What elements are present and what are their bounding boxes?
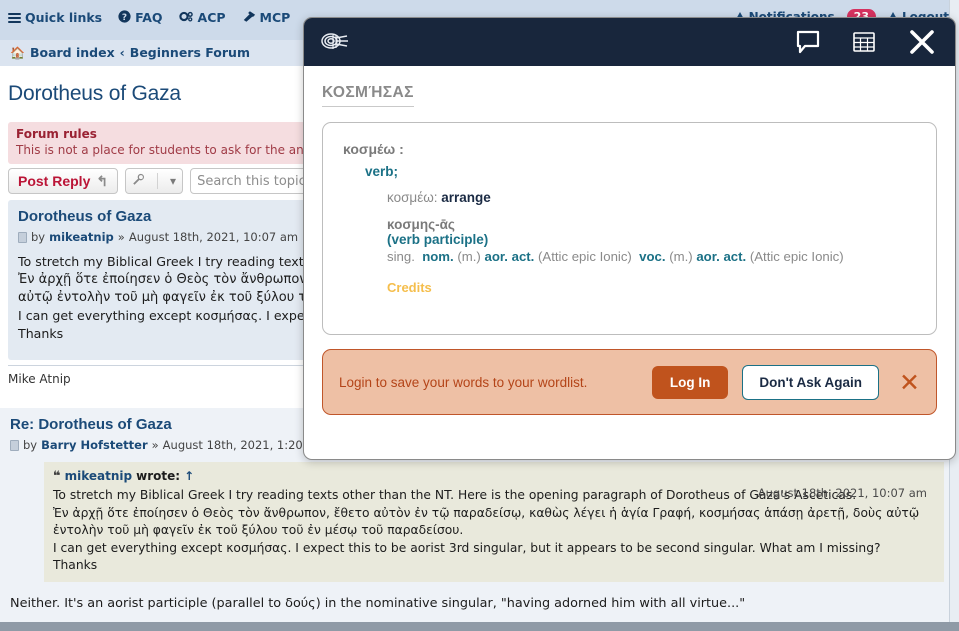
definition-sense: κοσμέω: arrange	[387, 190, 916, 205]
table-grid-icon[interactable]	[851, 29, 877, 55]
page-title: Dorotheus of Gaza	[8, 82, 181, 106]
morphology-number: sing.	[387, 249, 415, 264]
window-bottom-strip	[0, 622, 959, 631]
document-icon	[18, 232, 27, 243]
question-circle-icon: ?	[118, 10, 131, 26]
morphology-dialect-2: (Attic epic Ionic)	[750, 249, 844, 264]
quote-box: ❝ mikeatnip wrote: ↑ To stretch my Bibli…	[44, 462, 944, 582]
modal-body: ΚΟΣΜΉΣΑΣ κοσμέω : verb; κοσμέω: arrange …	[304, 66, 955, 460]
definition-part-of-speech: verb;	[365, 164, 916, 179]
nav-acp[interactable]: ACP	[179, 10, 226, 26]
reply-by-label: by	[23, 438, 37, 452]
quote-author[interactable]: mikeatnip	[65, 469, 133, 483]
search-topic-placeholder: Search this topic.	[197, 174, 310, 189]
hamburger-icon	[8, 13, 21, 23]
morphology-dialect-1: (Attic epic Ionic)	[538, 249, 632, 264]
dictionary-modal: ΚΟΣΜΉΣΑΣ κοσμέω : verb; κοσμέω: arrange …	[303, 17, 956, 460]
modal-header-actions	[795, 27, 937, 57]
breadcrumb-separator: ‹	[120, 45, 125, 60]
sense-lemma: κοσμέω:	[387, 190, 438, 205]
nav-faq-label: FAQ	[135, 10, 162, 25]
definition-card: κοσμέω : verb; κοσμέω: arrange κοσμης-ᾱς…	[322, 122, 937, 335]
quote-line: Ἐν ἀρχῇ ὅτε ἐποίησεν ὁ Θεὸς τὸν ἄνθρωπον…	[53, 505, 935, 523]
sense-gloss: arrange	[441, 190, 491, 205]
definition-lemma: κοσμέω :	[343, 141, 916, 157]
logeion-logo-icon[interactable]	[318, 29, 352, 55]
morphology-gender-2: (m.)	[669, 249, 692, 264]
reply-author[interactable]: Barry Hofstetter	[41, 438, 148, 452]
quote-line: Thanks	[53, 557, 935, 575]
quote-body: To stretch my Biblical Greek I try readi…	[53, 487, 935, 575]
quote-line: ἐντολὴν τοῦ μὴ φαγεῖν ἐκ τοῦ ξύλου τοῦ ἐ…	[53, 522, 935, 540]
navbar-links: Quick links ? FAQ ACP	[8, 10, 290, 26]
post-date: August 18th, 2021, 10:07 am	[129, 230, 298, 244]
document-icon	[10, 440, 19, 451]
screen: Quick links ? FAQ ACP	[0, 0, 959, 631]
nav-mcp-label: MCP	[260, 10, 291, 25]
topic-tools-button[interactable]: ▾	[125, 168, 183, 194]
modal-header	[304, 18, 955, 66]
breadcrumb-board-index[interactable]: Board index	[30, 45, 115, 60]
morphology-gender-1: (m.)	[457, 249, 480, 264]
morphology-case-2: voc.	[639, 249, 665, 264]
nav-faq[interactable]: ? FAQ	[118, 10, 162, 26]
quote-mark-icon: ❝	[53, 469, 61, 484]
breadcrumb-current[interactable]: Beginners Forum	[130, 45, 250, 60]
caret-down-icon: ▾	[170, 174, 176, 188]
quote-jump-icon[interactable]: ↑	[184, 469, 194, 483]
close-x-icon[interactable]	[907, 27, 937, 57]
nav-acp-label: ACP	[198, 10, 226, 25]
post-reply-button[interactable]: Post Reply ↰	[8, 168, 118, 194]
quote-header: ❝ mikeatnip wrote: ↑	[53, 469, 935, 484]
login-prompt-actions: Log In Don't Ask Again ✕	[652, 365, 920, 400]
post-author[interactable]: mikeatnip	[49, 230, 114, 244]
morphology-case-1: nom.	[422, 249, 454, 264]
topic-toolbar: Post Reply ↰ ▾ Search this topic.	[8, 168, 322, 194]
morphology-form: κοσμης-ᾱς	[387, 217, 916, 232]
dont-ask-again-button[interactable]: Don't Ask Again	[742, 365, 879, 400]
post-reply-label: Post Reply	[18, 173, 90, 189]
nav-quick-links-label: Quick links	[25, 10, 102, 25]
credits-link[interactable]: Credits	[387, 280, 916, 295]
morphology-tense-2: aor. act.	[696, 249, 746, 264]
morphology-part-of-speech: (verb participle)	[387, 232, 916, 247]
gear-icon	[179, 10, 194, 26]
quote-date: August 18th, 2021, 10:07 am	[758, 486, 927, 500]
reply-body: Neither. It's an aorist participle (para…	[10, 596, 939, 611]
post-meta-sep: »	[118, 230, 125, 244]
banner-close-icon[interactable]: ✕	[899, 370, 920, 395]
reply-arrow-icon: ↰	[96, 173, 108, 190]
speech-bubble-icon[interactable]	[795, 29, 821, 55]
morphology-line: sing. nom. (m.) aor. act. (Attic epic Io…	[387, 249, 916, 264]
reply-date: August 18th, 2021, 1:20 pm	[163, 438, 325, 452]
wrench-icon	[132, 173, 145, 189]
lemma-heading: ΚΟΣΜΉΣΑΣ	[322, 84, 414, 107]
quote-wrote-label: wrote:	[136, 469, 180, 483]
login-prompt-banner: Login to save your words to your wordlis…	[322, 349, 937, 415]
post-by-label: by	[31, 230, 45, 244]
home-icon: 🏠	[10, 46, 25, 60]
reply-meta-sep: »	[152, 438, 159, 452]
breadcrumb: 🏠 Board index ‹ Beginners Forum	[10, 45, 250, 60]
toolbar-divider	[157, 173, 158, 189]
nav-mcp[interactable]: MCP	[242, 10, 291, 26]
svg-text:?: ?	[122, 13, 127, 23]
quote-line: I can get everything except κοσμήσας. I …	[53, 540, 935, 558]
log-in-button[interactable]: Log In	[652, 366, 729, 399]
morphology-tense-1: aor. act.	[484, 249, 534, 264]
login-prompt-message: Login to save your words to your wordlis…	[339, 375, 587, 390]
hammer-icon	[242, 10, 256, 26]
nav-quick-links[interactable]: Quick links	[8, 10, 102, 25]
